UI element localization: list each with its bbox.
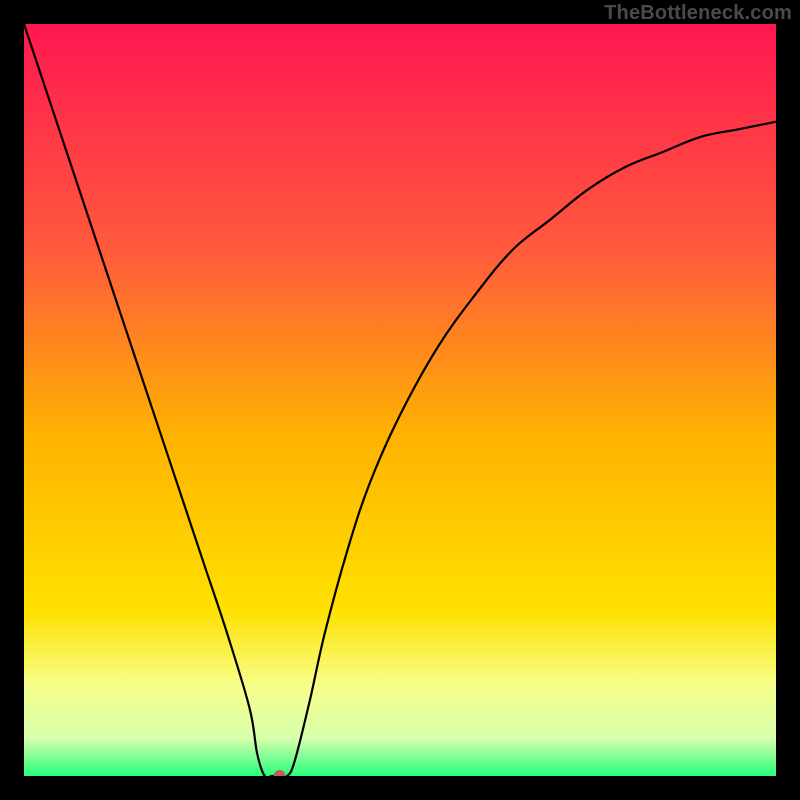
chart-frame: TheBottleneck.com: [0, 0, 800, 800]
gradient-background: [24, 24, 776, 776]
chart-svg: [24, 24, 776, 776]
watermark-text: TheBottleneck.com: [604, 2, 792, 25]
plot-area: [24, 24, 776, 776]
